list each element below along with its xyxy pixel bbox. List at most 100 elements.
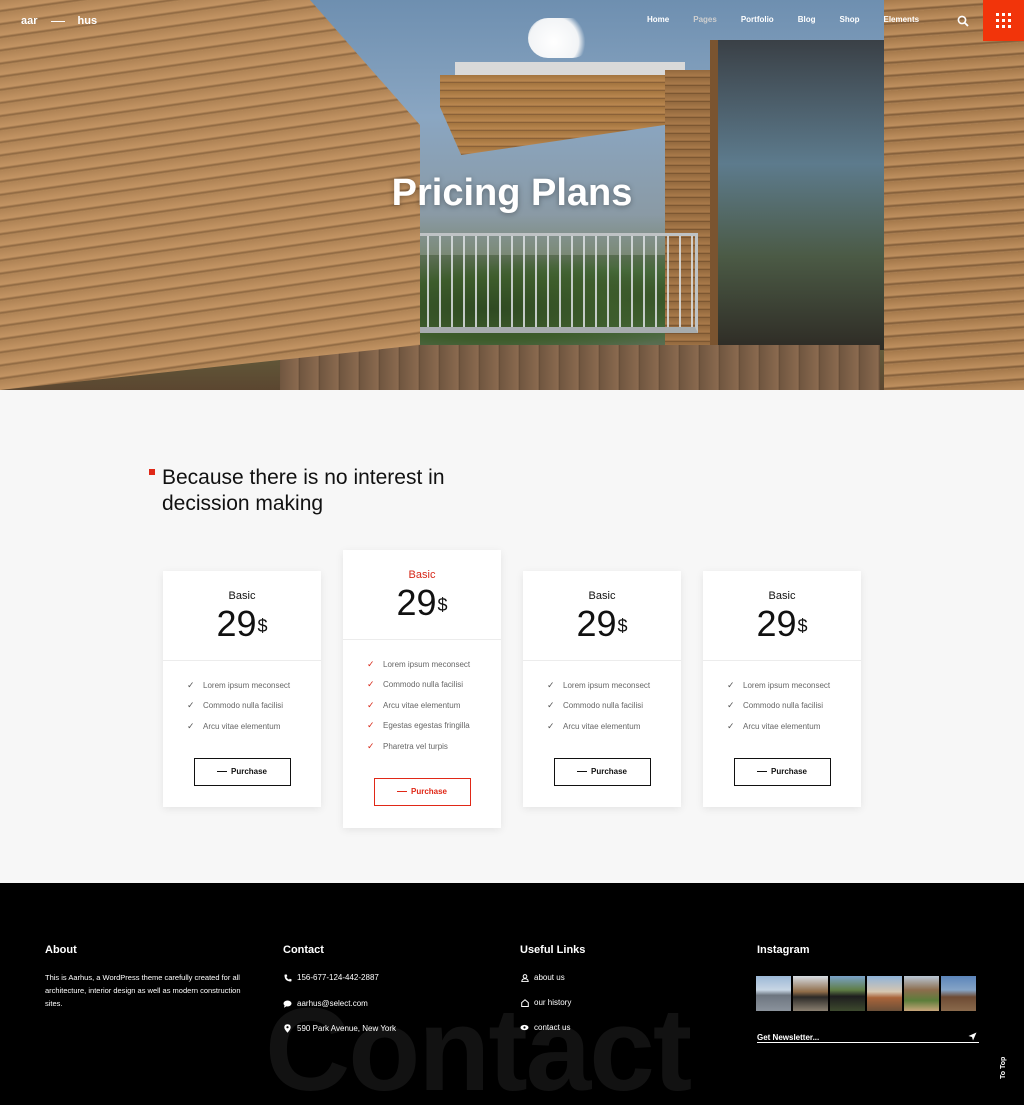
user-icon (520, 973, 529, 982)
newsletter-input[interactable] (757, 1033, 957, 1042)
check-icon: ✓ (367, 720, 375, 731)
instagram-photo[interactable] (793, 976, 828, 1011)
button-dash (216, 771, 227, 772)
card-header: Basic 29$ (163, 571, 321, 661)
grid-dot (1002, 19, 1005, 22)
check-icon: ✓ (187, 700, 195, 711)
grid-dot (1008, 25, 1011, 28)
grid-dot (996, 25, 999, 28)
contact-address: 590 Park Avenue, New York (283, 1024, 396, 1033)
footer-link-contact[interactable]: contact us (520, 1023, 570, 1032)
grid-dot (1008, 13, 1011, 16)
side-menu-button[interactable] (983, 0, 1024, 41)
home-icon (520, 998, 529, 1007)
site-logo[interactable]: aar hus (21, 15, 97, 27)
button-dash (576, 771, 587, 772)
instagram-photo[interactable] (756, 976, 791, 1011)
hero-railing (378, 233, 698, 333)
nav-pages[interactable]: Pages (693, 15, 717, 24)
purchase-button[interactable]: Purchase (733, 757, 831, 786)
check-icon: ✓ (727, 700, 735, 711)
grid-dot (1002, 13, 1005, 16)
check-icon: ✓ (547, 700, 555, 711)
footer-link-history[interactable]: our history (520, 998, 571, 1007)
footer-link-about[interactable]: about us (520, 973, 565, 982)
section-title: Because there is no interest in decissio… (162, 466, 445, 515)
grid-dot (996, 19, 999, 22)
site-footer: Contact About This is Aarhus, a WordPres… (0, 883, 1024, 1105)
feature-list: ✓ Lorem ipsum meconsect ✓ Commodo nulla fa… (163, 661, 321, 737)
feature-item: ✓ Commodo nulla facilisi (367, 679, 464, 690)
check-icon: ✓ (547, 720, 555, 731)
feature-item: ✓ Lorem ipsum meconsect (367, 658, 471, 669)
to-top-link[interactable]: To Top (1000, 1057, 1007, 1079)
hero-banner: Pricing Plans (0, 0, 1024, 390)
plan-name: Basic (588, 590, 616, 602)
instagram-photo[interactable] (830, 976, 865, 1011)
footer-about-text: This is Aarhus, a WordPress theme carefu… (45, 973, 241, 1008)
logo-dash (50, 20, 65, 22)
pricing-card: Basic 29$ ✓ Lorem ipsum meconsect ✓ Commod… (523, 571, 681, 807)
logo-right-text: hus (77, 15, 98, 27)
send-icon[interactable] (968, 1028, 977, 1046)
plan-name: Basic (768, 590, 796, 602)
purchase-button[interactable]: Purchase (553, 757, 651, 786)
plan-price: 29$ (756, 603, 808, 644)
grid-dot (996, 13, 999, 16)
feature-list: ✓ Lorem ipsum meconsect ✓ Commodo nulla fa… (523, 661, 681, 737)
feature-item: ✓ Lorem ipsum meconsect (547, 679, 651, 690)
check-icon: ✓ (547, 679, 555, 690)
nav-elements[interactable]: Elements (883, 15, 919, 24)
feature-list: ✓ Lorem ipsum meconsect ✓ Commodo nulla fa… (703, 661, 861, 737)
nav-blog[interactable]: Blog (798, 15, 816, 24)
contact-email[interactable]: aarhus@select.com (283, 999, 368, 1008)
page-title: Pricing Plans (391, 172, 633, 214)
feature-item: ✓ Arcu vitae elementum (727, 720, 821, 731)
nav-home[interactable]: Home (647, 15, 669, 24)
footer-background-word: Contact (265, 984, 692, 1105)
feature-item: ✓ Commodo nulla facilisi (727, 700, 824, 711)
feature-item: ✓ Arcu vitae elementum (367, 699, 461, 710)
plan-name: Basic (408, 569, 436, 581)
pricing-card: Basic 29$ ✓ Lorem ipsum meconsect ✓ Commod… (163, 571, 321, 807)
instagram-photo[interactable] (904, 976, 939, 1011)
instagram-photo[interactable] (867, 976, 902, 1011)
instagram-grid (756, 976, 976, 1011)
logo-left-text: aar (21, 15, 38, 27)
check-icon: ✓ (727, 679, 735, 690)
instagram-photo[interactable] (941, 976, 976, 1011)
plan-price: 29$ (216, 603, 268, 644)
heading-marker (149, 469, 155, 475)
check-icon: ✓ (367, 699, 375, 710)
search-icon[interactable] (957, 14, 969, 27)
hero-cloud (528, 18, 592, 58)
section-heading: Because there is no interest in decissio… (149, 465, 509, 517)
feature-item: ✓ Lorem ipsum meconsect (187, 679, 291, 690)
hero-roof-edge (455, 62, 685, 76)
button-dash (756, 771, 767, 772)
phone-icon (283, 973, 292, 982)
feature-item: ✓ Commodo nulla facilisi (547, 700, 644, 711)
purchase-button[interactable]: Purchase (373, 777, 471, 806)
chat-icon (283, 999, 292, 1008)
nav-shop[interactable]: Shop (839, 15, 859, 24)
footer-links-title: Useful Links (520, 944, 586, 956)
card-header: Basic 29$ (343, 550, 501, 640)
newsletter-form (757, 1027, 979, 1043)
pricing-card: Basic 29$ ✓ Lorem ipsum meconsect ✓ Commod… (703, 571, 861, 807)
feature-item: ✓ Arcu vitae elementum (187, 720, 281, 731)
footer-contact-title: Contact (283, 944, 324, 956)
footer-instagram-title: Instagram (757, 944, 810, 956)
button-dash (396, 791, 407, 792)
pricing-card-featured: Basic 29$ ✓ Lorem ipsum meconsect ✓ Commod… (343, 550, 501, 828)
purchase-button[interactable]: Purchase (193, 757, 291, 786)
contact-phone[interactable]: 156-677-124-442-2887 (283, 973, 379, 982)
feature-item: ✓ Commodo nulla facilisi (187, 700, 284, 711)
check-icon: ✓ (187, 720, 195, 731)
plan-price: 29$ (396, 582, 448, 623)
nav-portfolio[interactable]: Portfolio (741, 15, 774, 24)
feature-list: ✓ Lorem ipsum meconsect ✓ Commodo nulla fa… (343, 640, 501, 757)
check-icon: ✓ (727, 720, 735, 731)
check-icon: ✓ (367, 740, 375, 751)
footer-about-title: About (45, 944, 77, 956)
